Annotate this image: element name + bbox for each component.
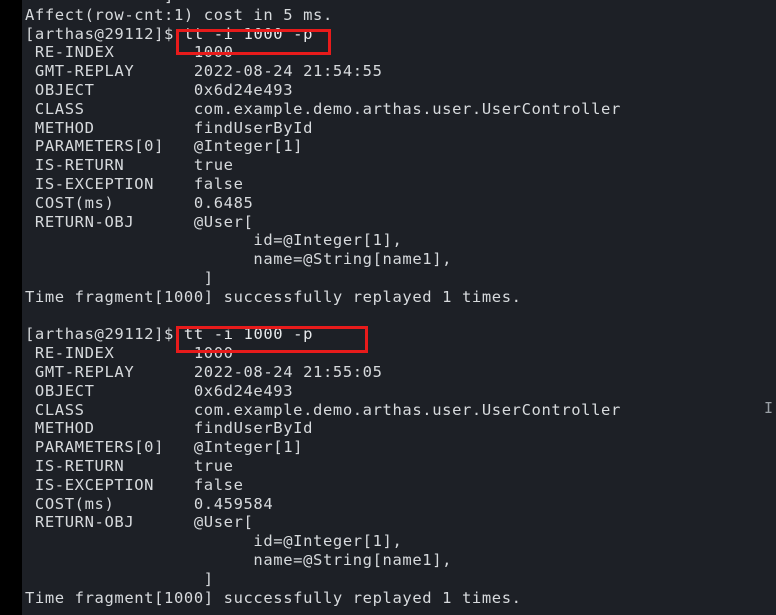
terminal-screenshot: ]Affect(row-cnt:1) cost in 5 ms.[arthas@… [0,0,776,615]
field-value: @User[ [193,212,254,231]
field-value: com.example.demo.arthas.user.UserControl… [193,99,621,118]
shell-prompt: [arthas@29112]$ [25,325,184,344]
terminal-line: RE-INDEX 1000 [22,344,776,363]
shell-command[interactable]: tt -i 1000 -p [184,325,313,343]
field-label: GMT-REPLAY [25,62,194,81]
terminal-line: [arthas@29112]$ tt -i 1000 -p [22,25,776,44]
field-label: IS-RETURN [25,456,194,475]
terminal-line: GMT-REPLAY 2022-08-24 21:54:55 [22,62,776,81]
field-label: RE-INDEX [25,344,194,363]
terminal-line: OBJECT 0x6d24e493 [22,382,776,401]
field-label: GMT-REPLAY [25,362,194,381]
field-value: @Integer[1] [193,137,304,156]
field-value: 0x6d24e493 [193,80,294,99]
terminal-text-line: Time fragment[1000] successfully replaye… [25,287,522,306]
field-value: @Integer[1] [193,438,304,457]
field-value: 1000 [193,43,234,62]
field-value: true [193,456,234,475]
field-value: @User[ [193,513,254,532]
field-value: 0.6485 [193,193,254,212]
terminal-line: [arthas@29112]$ tt -i 1000 -p [22,325,776,344]
field-label: COST(ms) [25,193,194,212]
field-label: COST(ms) [25,494,194,513]
terminal-text-line: Time fragment[1000] successfully replaye… [25,588,522,607]
terminal-text-line: name=@String[name1], [25,550,453,569]
field-value: true [193,156,234,175]
field-value: com.example.demo.arthas.user.UserControl… [193,400,621,419]
terminal-line: IS-RETURN true [22,156,776,175]
terminal-text-line: ] [25,569,214,588]
terminal-line: IS-EXCEPTION false [22,476,776,495]
field-label: OBJECT [25,381,194,400]
field-value: 2022-08-24 21:54:55 [193,62,383,81]
terminal-line: CLASS com.example.demo.arthas.user.UserC… [22,100,776,119]
field-label: PARAMETERS[0] [25,137,194,156]
field-label: RE-INDEX [25,43,194,62]
terminal-line: CLASS com.example.demo.arthas.user.UserC… [22,401,776,420]
text-cursor-icon: I [764,399,774,417]
field-value: 0x6d24e493 [193,381,294,400]
terminal-line: RETURN-OBJ @User[ [22,513,776,532]
terminal-line: IS-RETURN true [22,457,776,476]
terminal-line-list: ]Affect(row-cnt:1) cost in 5 ms.[arthas@… [22,0,776,607]
window-left-gutter [0,0,22,615]
terminal-line: METHOD findUserById [22,119,776,138]
terminal-text-line: id=@Integer[1], [25,231,403,250]
field-label: RETURN-OBJ [25,212,194,231]
terminal-line: GMT-REPLAY 2022-08-24 21:55:05 [22,363,776,382]
shell-prompt: [arthas@29112]$ [25,24,184,43]
terminal-text-line: id=@Integer[1], [25,532,403,551]
terminal-line: OBJECT 0x6d24e493 [22,81,776,100]
field-value: findUserById [193,118,314,137]
field-label: RETURN-OBJ [25,513,194,532]
field-label: IS-EXCEPTION [25,174,194,193]
field-value: false [193,475,244,494]
field-label: PARAMETERS[0] [25,438,194,457]
field-value: false [193,174,244,193]
field-label: CLASS [25,400,194,419]
field-value: 2022-08-24 21:55:05 [193,362,383,381]
terminal-line: PARAMETERS[0] @Integer[1] [22,137,776,156]
terminal-line: COST(ms) 0.6485 [22,194,776,213]
terminal-line: RETURN-OBJ @User[ [22,213,776,232]
terminal-output-pane[interactable]: ]Affect(row-cnt:1) cost in 5 ms.[arthas@… [22,0,776,615]
field-value: 1000 [193,344,234,363]
field-value: findUserById [193,419,314,438]
field-label: METHOD [25,419,194,438]
field-value: 0.459584 [193,494,274,513]
terminal-line: RE-INDEX 1000 [22,43,776,62]
field-label: IS-RETURN [25,156,194,175]
terminal-line: METHOD findUserById [22,419,776,438]
field-label: CLASS [25,99,194,118]
field-label: IS-EXCEPTION [25,475,194,494]
terminal-text-line: ] [25,268,214,287]
shell-command[interactable]: tt -i 1000 -p [184,25,313,43]
terminal-line: COST(ms) 0.459584 [22,495,776,514]
terminal-text-line: name=@String[name1], [25,250,453,269]
terminal-line: IS-EXCEPTION false [22,175,776,194]
terminal-line: PARAMETERS[0] @Integer[1] [22,438,776,457]
terminal-text-line: Affect(row-cnt:1) cost in 5 ms. [25,5,333,24]
field-label: OBJECT [25,80,194,99]
field-label: METHOD [25,118,194,137]
